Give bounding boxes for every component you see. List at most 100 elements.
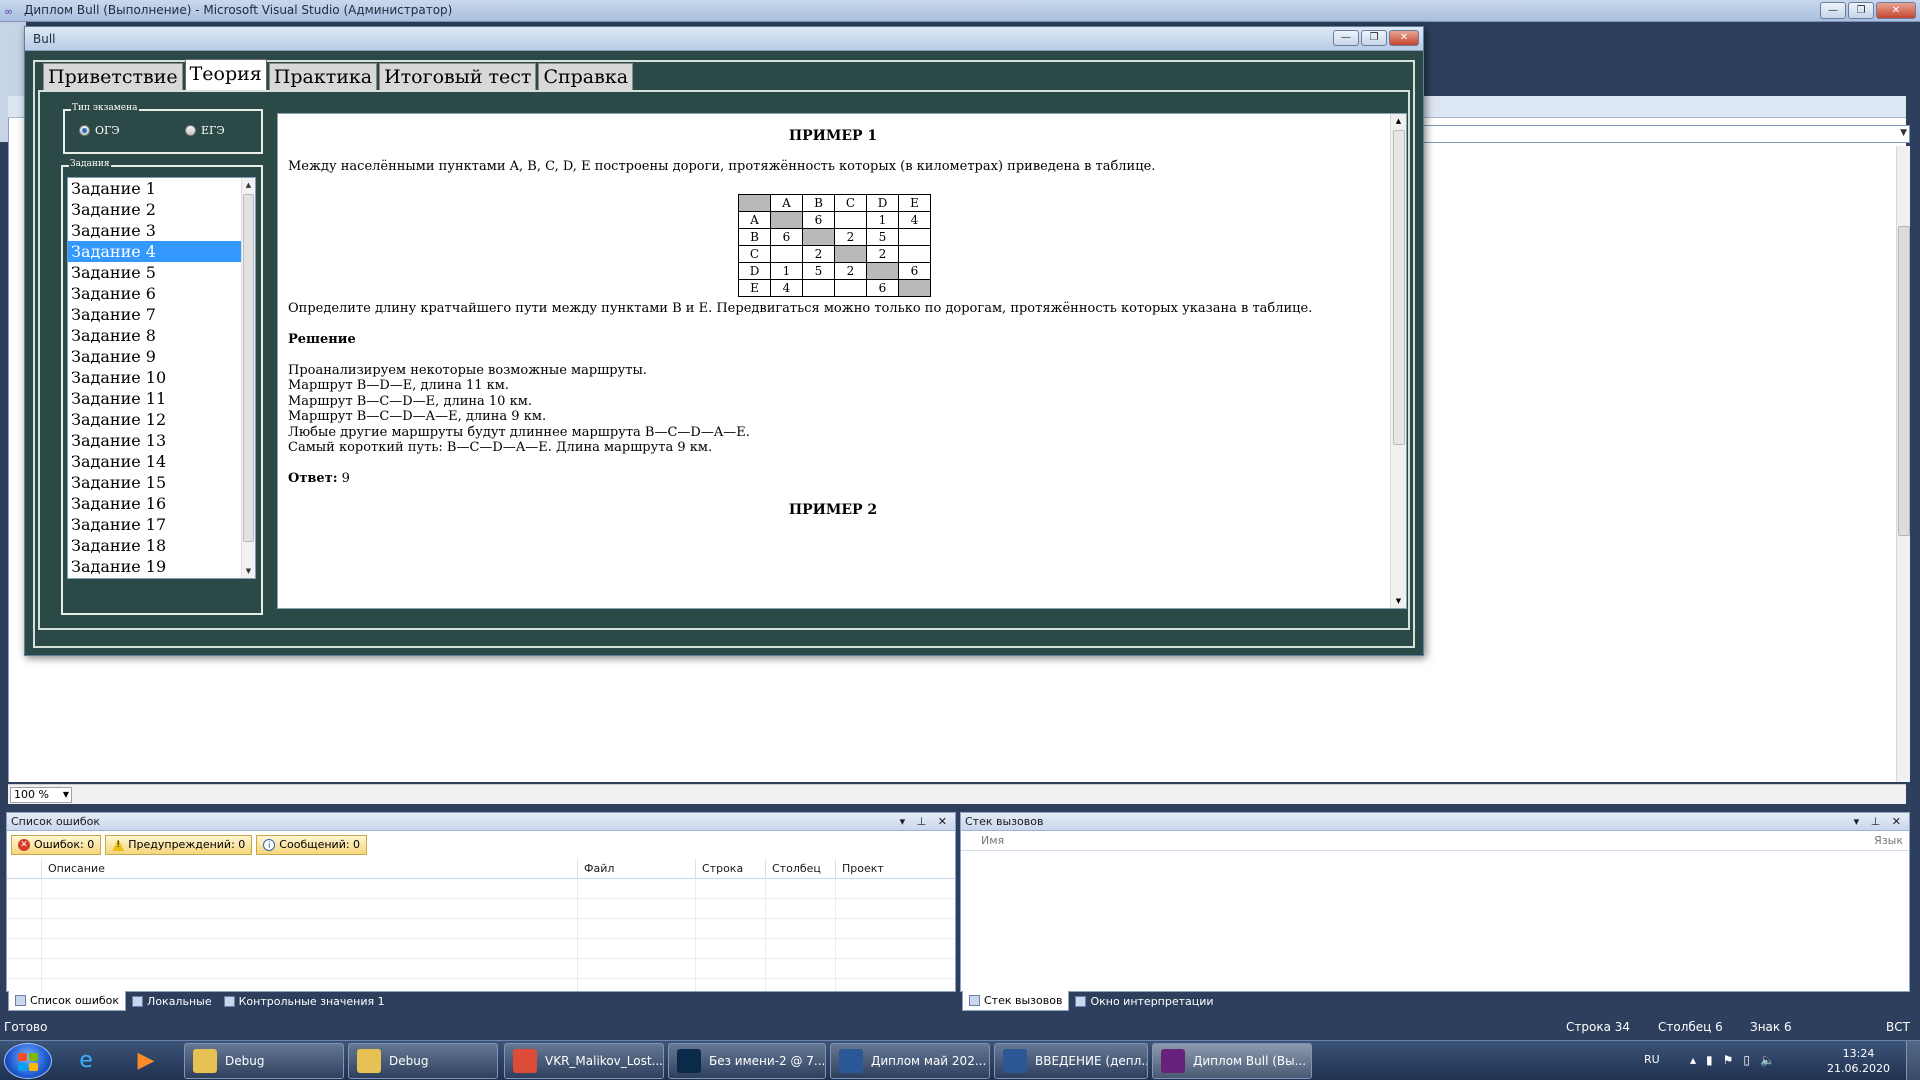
tab-final-test[interactable]: Итоговый тест: [379, 63, 537, 90]
tab-call-stack[interactable]: Стек вызовов: [962, 991, 1070, 1011]
pane-controls[interactable]: ▾ ⊥ ✕: [900, 813, 951, 830]
task-list-item[interactable]: Задание 9: [68, 346, 255, 367]
maximize-button[interactable]: ❐: [1361, 30, 1387, 46]
close-button[interactable]: ✕: [1876, 2, 1916, 19]
messages-filter-button[interactable]: i Сообщений: 0: [256, 835, 368, 855]
start-button[interactable]: [4, 1043, 52, 1079]
taskbar-button[interactable]: VKR_Malikov_Lost...: [504, 1043, 664, 1079]
tab-welcome[interactable]: Приветствие: [43, 63, 183, 90]
scroll-thumb[interactable]: [243, 194, 254, 542]
show-desktop-button[interactable]: [1906, 1041, 1920, 1080]
flag-icon[interactable]: ⚑: [1723, 1053, 1734, 1067]
taskbar-button[interactable]: Диплом Bull (Вы...: [1152, 1043, 1312, 1079]
scroll-thumb[interactable]: [1898, 226, 1910, 536]
tasks-listbox[interactable]: Задание 1 Задание 2 Задание 3 Задание 4 Зада…: [67, 177, 256, 579]
internet-explorer-icon[interactable]: e: [66, 1045, 106, 1077]
task-list-item[interactable]: Задание 11: [68, 388, 255, 409]
column-column[interactable]: Столбец: [765, 859, 835, 879]
table-cell: 2: [834, 262, 867, 280]
solution-line: Любые другие маршруты будут длиннее марш…: [288, 425, 750, 440]
task-list-item[interactable]: Задание 16: [68, 493, 255, 514]
errors-filter-button[interactable]: ✕ Ошибок: 0: [11, 835, 102, 855]
table-cell: 2: [802, 245, 835, 263]
tab-error-list[interactable]: Список ошибок: [8, 991, 127, 1011]
status-ready: Готово: [4, 1020, 48, 1034]
volume-icon[interactable]: 🔈: [1760, 1053, 1775, 1067]
column-line[interactable]: Строка: [695, 859, 765, 879]
maximize-button[interactable]: ❐: [1848, 2, 1874, 19]
taskbar-button-label: Диплом Bull (Вы...: [1193, 1054, 1307, 1068]
taskbar: e ▶ Debug Debug VKR_Malikov_Lost... Без име…: [0, 1040, 1920, 1080]
column-project[interactable]: Проект: [835, 859, 955, 879]
task-list-item[interactable]: Задание 13: [68, 430, 255, 451]
clock[interactable]: 13:24 21.06.2020: [1827, 1046, 1890, 1076]
scroll-up-icon[interactable]: ▲: [242, 178, 255, 192]
media-player-icon[interactable]: ▶: [126, 1045, 166, 1077]
editor-scrollbar[interactable]: [1896, 146, 1910, 782]
tab-label: Контрольные значения 1: [238, 994, 385, 1008]
theory-scrollbar[interactable]: ▲ ▼: [1390, 114, 1406, 608]
battery-icon[interactable]: ▯: [1743, 1053, 1750, 1067]
language-indicator[interactable]: RU: [1644, 1053, 1660, 1066]
status-char: Знак 6: [1750, 1020, 1792, 1034]
close-button[interactable]: ✕: [1389, 30, 1419, 46]
task-list-item[interactable]: Задание 15: [68, 472, 255, 493]
task-list-item[interactable]: Задание 4: [68, 241, 255, 262]
taskbar-button[interactable]: ВВЕДЕНИЕ (депл...: [994, 1043, 1148, 1079]
tab-watch[interactable]: Контрольные значения 1: [218, 991, 391, 1011]
column-description[interactable]: Описание: [41, 859, 577, 879]
task-list-item[interactable]: Задание 1: [68, 178, 255, 199]
table-cell: [770, 245, 803, 263]
minimize-button[interactable]: —: [1333, 30, 1359, 46]
task-list-item[interactable]: Задание 12: [68, 409, 255, 430]
task-list-item[interactable]: Задание 3: [68, 220, 255, 241]
scroll-up-icon[interactable]: ▲: [1391, 114, 1406, 128]
scroll-thumb[interactable]: [1393, 130, 1405, 445]
tray-expand-icon[interactable]: ▴: [1690, 1053, 1696, 1067]
task-list-item[interactable]: Задание 17: [68, 514, 255, 535]
task-list-item[interactable]: Задание 5: [68, 262, 255, 283]
task-list-item[interactable]: Задание 14: [68, 451, 255, 472]
main-tabs: Приветствие Теория Практика Итоговый тес…: [43, 59, 634, 90]
column-language[interactable]: Язык: [1874, 834, 1903, 847]
task-list-item[interactable]: Задание 19: [68, 556, 255, 577]
taskbar-button[interactable]: Debug: [184, 1043, 344, 1079]
tab-practice[interactable]: Практика: [268, 63, 378, 90]
zoom-combo[interactable]: 100 % ▼: [10, 787, 72, 803]
table-cell: [834, 245, 867, 263]
theory-viewer[interactable]: ПРИМЕР 1 Между населёнными пунктами A, B…: [277, 113, 1407, 609]
warnings-count: Предупреждений: 0: [128, 838, 246, 851]
table-cell: [802, 279, 835, 297]
warnings-filter-button[interactable]: ! Предупреждений: 0: [105, 835, 253, 855]
tab-theory[interactable]: Теория: [184, 59, 267, 90]
taskbar-button[interactable]: Без имени-2 @ 7...: [668, 1043, 826, 1079]
scroll-down-icon[interactable]: ▼: [242, 564, 255, 578]
vs-status-bar: Готово Строка 34 Столбец 6 Знак 6 ВСТ: [0, 1016, 1920, 1038]
tasks-group: Задания Задание 1 Задание 2 Задание 3 Задан…: [61, 159, 263, 615]
vs-titlebar: ∞ Диплом Bull (Выполнение) - Microsoft V…: [0, 0, 1920, 22]
table-cell: 6: [898, 262, 931, 280]
minimize-button[interactable]: —: [1820, 2, 1846, 19]
taskbar-button[interactable]: Диплом май 202...: [830, 1043, 990, 1079]
tab-help[interactable]: Справка: [538, 63, 634, 90]
task-list-item[interactable]: Задание 6: [68, 283, 255, 304]
task-list-item[interactable]: Задание 7: [68, 304, 255, 325]
task-list-item[interactable]: Задание 10: [68, 367, 255, 388]
task-list-item[interactable]: Задание 18: [68, 535, 255, 556]
pane-controls[interactable]: ▾ ⊥ ✕: [1854, 813, 1905, 830]
network-icon[interactable]: ▮: [1706, 1053, 1713, 1067]
table-cell: [738, 194, 771, 212]
tab-immediate[interactable]: Окно интерпретации: [1069, 991, 1219, 1011]
tasks-scrollbar[interactable]: ▲ ▼: [241, 178, 255, 578]
scroll-down-icon[interactable]: ▼: [1391, 594, 1406, 608]
tab-locals[interactable]: Локальные: [126, 991, 218, 1011]
task-list-item[interactable]: Задание 8: [68, 325, 255, 346]
vs-window-title: Диплом Bull (Выполнение) - Microsoft Vis…: [24, 3, 453, 17]
task-list-item[interactable]: Задание 2: [68, 199, 255, 220]
radio-ege[interactable]: ЕГЭ: [185, 124, 225, 137]
member-dropdown[interactable]: ▼: [1420, 125, 1910, 143]
radio-oge[interactable]: ОГЭ: [79, 124, 120, 137]
column-name[interactable]: Имя: [981, 834, 1004, 847]
column-file[interactable]: Файл: [577, 859, 695, 879]
taskbar-button[interactable]: Debug: [348, 1043, 498, 1079]
